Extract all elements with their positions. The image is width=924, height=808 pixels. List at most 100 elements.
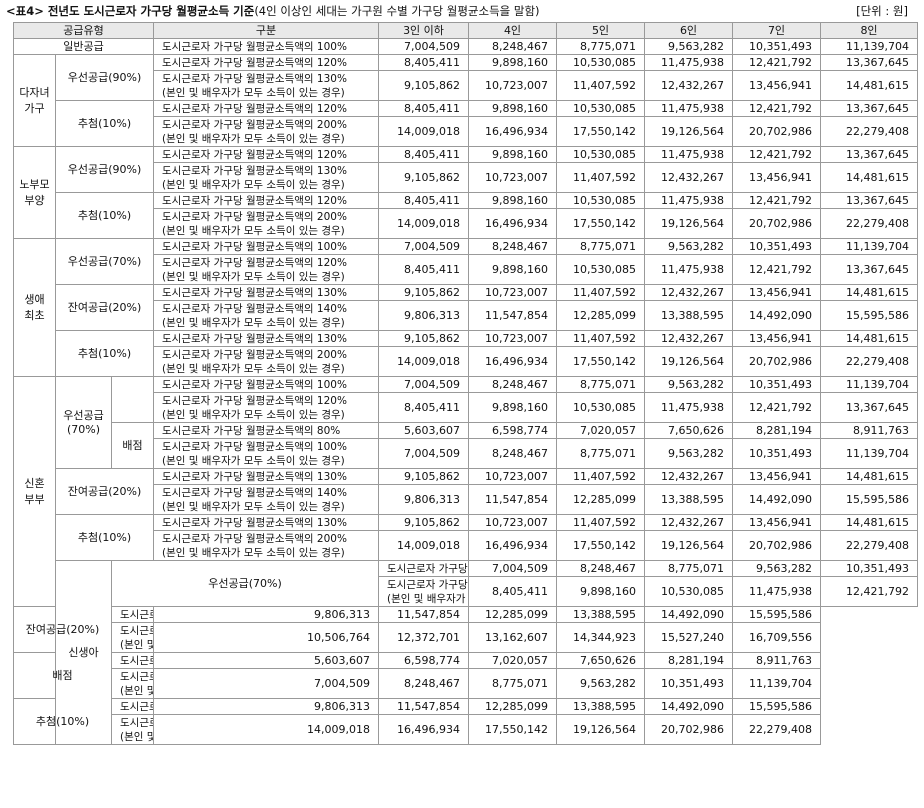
criteria-cell: 도시근로자 가구당 월평균소득액의 140% xyxy=(111,698,154,715)
income-value: 9,898,160 xyxy=(556,576,645,607)
income-value: 9,806,313 xyxy=(378,300,469,331)
criteria-text: (본인 및 배우자가 모두 소득이 있는 경우) xyxy=(162,132,345,145)
income-value: 13,367,645 xyxy=(820,100,918,117)
income-value: 12,285,099 xyxy=(468,698,557,715)
criteria-text: 도시근로자 가구당 월평균소득액의 120% xyxy=(162,56,347,69)
income-value: 10,351,493 xyxy=(732,238,821,255)
income-value: 14,481,615 xyxy=(820,284,918,301)
income-value: 13,456,941 xyxy=(732,514,821,531)
criteria-text: 도시근로자 가구당 월평균소득액의 80% xyxy=(162,424,341,437)
income-value: 10,530,085 xyxy=(644,576,733,607)
income-value: 19,126,564 xyxy=(644,116,733,147)
income-value: 12,421,792 xyxy=(732,100,821,117)
income-value: 13,456,941 xyxy=(732,162,821,193)
criteria-text: 도시근로자 가구당 월평균소득액의 120% xyxy=(162,148,347,161)
income-value: 10,530,085 xyxy=(556,100,645,117)
income-value: 8,775,071 xyxy=(556,38,645,55)
income-value: 8,405,411 xyxy=(378,254,469,285)
income-value: 8,405,411 xyxy=(378,146,469,163)
table-row: 추첨(10%) 도시근로자 가구당 월평균소득액의 130% 9,105,862 10… xyxy=(14,330,918,377)
income-value: 13,367,645 xyxy=(820,392,918,423)
criteria-cell: 도시근로자 가구당 월평균소득액의 200%(본인 및 배우자가 모두 소득이 … xyxy=(111,714,154,745)
table-row: 다자녀 가구 우선공급(90%) 도시근로자 가구당 월평균소득액의 120% 8,4… xyxy=(13,54,918,147)
income-value: 11,407,592 xyxy=(556,468,645,485)
income-value: 20,702,986 xyxy=(732,116,821,147)
supply-sub-label: 잔여공급(20%) xyxy=(55,468,154,515)
income-value: 10,351,493 xyxy=(820,560,918,577)
income-value: 9,563,282 xyxy=(644,38,733,55)
income-value: 11,139,704 xyxy=(820,38,918,55)
income-value: 13,388,595 xyxy=(644,300,733,331)
table-row: 신혼 부부 우선공급(70%) 도시근로자 가구당 월평균소득액의 100% 7,00… xyxy=(13,376,918,607)
income-value: 13,456,941 xyxy=(732,468,821,485)
criteria-text: 도시근로자 가구당 월평균소득액의 130% xyxy=(162,332,347,345)
income-value: 5,603,607 xyxy=(153,652,379,669)
income-value: 17,550,142 xyxy=(556,530,645,561)
income-value: 22,279,408 xyxy=(732,714,821,745)
income-value: 16,496,934 xyxy=(378,714,469,745)
criteria-text: 도시근로자 가구당 월평균소득액의 100% xyxy=(387,562,468,575)
income-value: 14,009,018 xyxy=(378,208,469,239)
criteria-text: 도시근로자 가구당 월평균소득액의 200% xyxy=(162,532,347,545)
income-value: 11,139,704 xyxy=(820,376,918,393)
table-row: 추첨(10%) 도시근로자 가구당 월평균소득액의 120% 8,405,411 9,… xyxy=(14,100,918,147)
criteria-cell: 도시근로자 가구당 월평균소득액의 120% xyxy=(153,192,379,209)
income-value: 8,405,411 xyxy=(378,192,469,209)
income-value: 11,407,592 xyxy=(556,162,645,193)
income-value: 11,139,704 xyxy=(820,438,918,469)
criteria-cell: 도시근로자 가구당 월평균소득액의 100%(본인 및 배우자가 모두 소득이 … xyxy=(153,438,379,469)
criteria-text: (본인 및 배우자가 모두 소득이 있는 경우) xyxy=(120,638,153,651)
income-value: 10,723,007 xyxy=(468,330,557,347)
income-value: 10,723,007 xyxy=(468,514,557,531)
table-row: 배점 도시근로자 가구당 월평균소득액의 80% 5,603,6076,598,77… xyxy=(14,422,918,469)
income-value: 19,126,564 xyxy=(556,714,645,745)
income-value: 11,407,592 xyxy=(556,514,645,531)
income-value: 14,492,090 xyxy=(732,300,821,331)
criteria-cell: 도시근로자 가구당 월평균소득액의 200%(본인 및 배우자가 모두 소득이 … xyxy=(153,530,379,561)
table-body: 일반공급 도시근로자 가구당 월평균소득액의 100% 7,004,509 8,248… xyxy=(13,38,918,745)
supply-group-label: 노부모 부양 xyxy=(13,146,56,239)
income-value: 13,388,595 xyxy=(644,484,733,515)
income-value: 19,126,564 xyxy=(644,530,733,561)
criteria-text: 도시근로자 가구당 월평균소득액의 100% xyxy=(162,378,347,391)
column-header: 공급유형 xyxy=(13,22,154,39)
criteria-cell: 도시근로자 가구당 월평균소득액의 80% xyxy=(153,422,379,439)
supply-sub-label: 잔여공급(20%) xyxy=(55,284,154,331)
criteria-cell: 도시근로자 가구당 월평균소득액의 200%(본인 및 배우자가 모두 소득이 … xyxy=(153,116,379,147)
supply-sub-label: 추첨(10%) xyxy=(55,330,154,377)
income-value: 14,344,923 xyxy=(556,622,645,653)
income-value: 13,162,607 xyxy=(468,622,557,653)
income-value: 14,481,615 xyxy=(820,330,918,347)
income-value: 10,351,493 xyxy=(732,38,821,55)
income-value: 19,126,564 xyxy=(644,208,733,239)
criteria-text: 도시근로자 가구당 월평균소득액의 130% xyxy=(162,470,347,483)
income-value: 7,004,509 xyxy=(153,668,379,699)
criteria-text: 도시근로자 가구당 월평균소득액의 100% xyxy=(162,40,347,53)
table-row: 잔여공급(20%) 도시근로자 가구당 월평균소득액의 130% 9,105,862… xyxy=(14,468,918,515)
income-value: 10,530,085 xyxy=(556,54,645,71)
income-value: 13,367,645 xyxy=(820,54,918,71)
income-value: 7,004,509 xyxy=(468,560,557,577)
income-value: 22,279,408 xyxy=(820,208,918,239)
column-header: 8인 xyxy=(820,22,918,39)
income-value: 14,009,018 xyxy=(378,530,469,561)
income-value: 15,527,240 xyxy=(644,622,733,653)
criteria-text: (본인 및 배우자가 모두 소득이 있는 경우) xyxy=(120,730,153,743)
income-value: 14,492,090 xyxy=(732,484,821,515)
income-value: 20,702,986 xyxy=(732,208,821,239)
table-row: 일반공급 도시근로자 가구당 월평균소득액의 100% 7,004,509 8,248… xyxy=(13,38,918,55)
income-value: 6,598,774 xyxy=(378,652,469,669)
income-value: 12,285,099 xyxy=(556,484,645,515)
supply-sub-label: 우선공급(70%) xyxy=(111,560,379,607)
income-value: 20,702,986 xyxy=(644,714,733,745)
income-value: 10,351,493 xyxy=(732,376,821,393)
income-value: 5,603,607 xyxy=(378,422,469,439)
income-value: 11,475,938 xyxy=(732,576,821,607)
income-value: 7,650,626 xyxy=(556,652,645,669)
criteria-text: 도시근로자 가구당 월평균소득액의 130% xyxy=(162,286,347,299)
income-value: 16,496,934 xyxy=(468,530,557,561)
income-value: 9,563,282 xyxy=(644,438,733,469)
income-value: 8,775,071 xyxy=(468,668,557,699)
income-value: 10,506,764 xyxy=(153,622,379,653)
criteria-text: 도시근로자 가구당 월평균소득액의 130% xyxy=(162,164,347,177)
